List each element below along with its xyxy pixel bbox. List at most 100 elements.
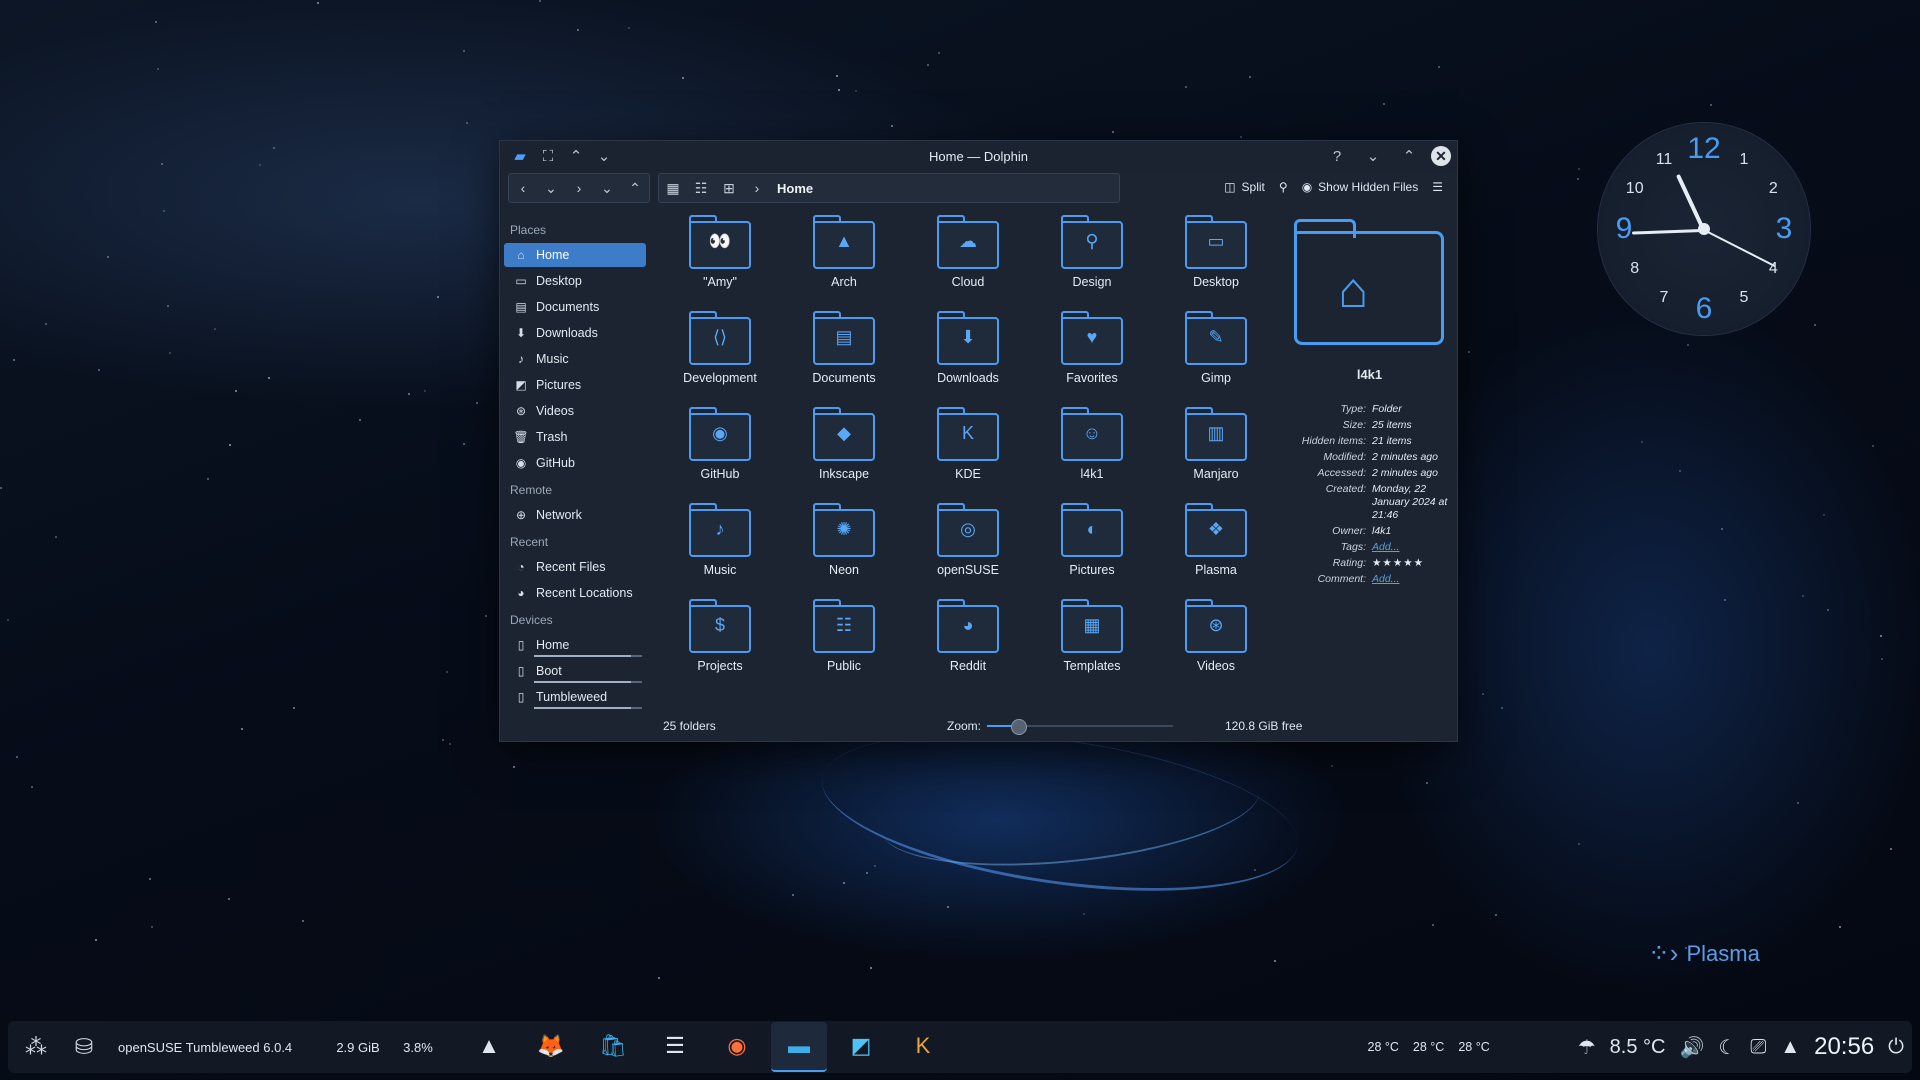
- search-button[interactable]: ⚲: [1273, 174, 1294, 200]
- sidebar-item-recent-locations[interactable]: ◕ Recent Locations: [504, 581, 646, 605]
- folder-item[interactable]: ⬇ Downloads: [913, 311, 1023, 401]
- folder-icon: 👀: [689, 215, 751, 269]
- folder-item[interactable]: ♥ Favorites: [1037, 311, 1147, 401]
- sidebar-item-boot[interactable]: ▯ Boot: [504, 659, 646, 683]
- system-monitor-icon[interactable]: ⛁: [60, 1021, 108, 1073]
- folder-item[interactable]: ⚲ Design: [1037, 215, 1147, 305]
- gimp-app-icon[interactable]: 🦊: [523, 1022, 579, 1070]
- window-titlebar[interactable]: ▰ ⛶ ⌃ ⌄ Home — Dolphin ? ⌄ ⌃ ✕: [500, 141, 1457, 171]
- folder-item[interactable]: ◉ GitHub: [665, 407, 775, 497]
- folder-item[interactable]: ☷ Public: [789, 599, 899, 689]
- minimize-icon[interactable]: ⌄: [1359, 142, 1387, 170]
- star: [7, 619, 9, 621]
- dolphin-app-icon[interactable]: ▬: [771, 1022, 827, 1072]
- sidebar-item-music[interactable]: ♪ Music: [504, 347, 646, 371]
- folder-item[interactable]: ☺ l4k1: [1037, 407, 1147, 497]
- sidebar-item-home[interactable]: ⌂ Home: [504, 243, 646, 267]
- folder-item[interactable]: ▥ Manjaro: [1161, 407, 1271, 497]
- star: [539, 0, 541, 2]
- folder-item[interactable]: ◕ Reddit: [913, 599, 1023, 689]
- krita-app-icon[interactable]: K: [895, 1022, 951, 1070]
- up-icon[interactable]: ⌃: [621, 175, 649, 201]
- weather-temp[interactable]: 8.5 °C: [1610, 1036, 1666, 1059]
- info-add-link[interactable]: Add...: [1372, 541, 1457, 554]
- split-button[interactable]: ◫ Split: [1218, 174, 1271, 200]
- zoom-slider[interactable]: [987, 719, 1174, 735]
- notifications-icon[interactable]: ☾: [1718, 1035, 1736, 1060]
- rating-stars[interactable]: ★★★★★: [1372, 557, 1457, 570]
- folder-item[interactable]: ✎ Gimp: [1161, 311, 1271, 401]
- star: [259, 164, 261, 166]
- back-history-icon[interactable]: ⌄: [537, 175, 565, 201]
- folder-item[interactable]: K KDE: [913, 407, 1023, 497]
- folder-item[interactable]: ⊛ Videos: [1161, 599, 1271, 689]
- sidebar-item-label: Home: [536, 638, 570, 652]
- volume-icon[interactable]: 🔊: [1679, 1035, 1704, 1060]
- folder-icon: ⚲: [1061, 215, 1123, 269]
- folder-item[interactable]: ▤ Documents: [789, 311, 899, 401]
- sidebar-item-network[interactable]: ⊕ Network: [504, 503, 646, 527]
- show-hidden-files-button[interactable]: ◉ Show Hidden Files: [1296, 174, 1425, 200]
- info-property-key: Tags:: [1340, 541, 1366, 553]
- keep-above-icon[interactable]: ⌃: [562, 142, 590, 170]
- star: [1802, 595, 1804, 597]
- crop-icon[interactable]: ⛶: [534, 142, 562, 170]
- discover-app-icon[interactable]: 🛍: [585, 1022, 641, 1070]
- tray-expand-icon[interactable]: ▲: [1780, 1036, 1800, 1059]
- folder-item[interactable]: ▲ Arch: [789, 215, 899, 305]
- clock-number: 10: [1625, 180, 1644, 197]
- details-view-icon[interactable]: ⊞: [715, 175, 743, 201]
- application-launcher-icon[interactable]: ⁂: [12, 1021, 60, 1073]
- settings-app-icon[interactable]: ☰: [647, 1022, 703, 1070]
- weather-icon[interactable]: ☂: [1578, 1035, 1596, 1060]
- folder-item[interactable]: $ Projects: [665, 599, 775, 689]
- forward-icon[interactable]: ›: [565, 175, 593, 201]
- folder-item[interactable]: ♪ Music: [665, 503, 775, 593]
- help-icon[interactable]: ?: [1323, 142, 1351, 170]
- display-icon[interactable]: ⎚: [1750, 1036, 1766, 1059]
- inkscape-app-icon[interactable]: ▲: [461, 1022, 517, 1070]
- folder-name: Plasma: [1195, 563, 1237, 577]
- dolphin-app-icon[interactable]: ▰: [506, 142, 534, 170]
- folder-item[interactable]: ✺ Neon: [789, 503, 899, 593]
- analog-clock-widget[interactable]: 12 1 2 3 4 5 6 7 8 9 10 11: [1598, 123, 1810, 335]
- compact-view-icon[interactable]: ☷: [687, 175, 715, 201]
- sidebar-item-downloads[interactable]: ⬇ Downloads: [504, 321, 646, 345]
- plasma-logo-text: Plasma: [1686, 940, 1760, 966]
- document-icon: ▤: [835, 327, 853, 347]
- folder-item[interactable]: ◎ openSUSE: [913, 503, 1023, 593]
- power-icon[interactable]: ⏻: [1888, 1036, 1904, 1059]
- back-icon[interactable]: ‹: [509, 175, 537, 201]
- sidebar-item-github[interactable]: ◉ GitHub: [504, 451, 646, 475]
- sidebar-item-documents[interactable]: ▤ Documents: [504, 295, 646, 319]
- forward-history-icon[interactable]: ⌄: [593, 175, 621, 201]
- hamburger-menu-icon[interactable]: ☰: [1426, 174, 1449, 200]
- sidebar-item-videos[interactable]: ⊛ Videos: [504, 399, 646, 423]
- folder-item[interactable]: ☁ Cloud: [913, 215, 1023, 305]
- sidebar-item-tumbleweed[interactable]: ▯ Tumbleweed: [504, 685, 646, 709]
- sidebar-item-trash[interactable]: 🗑 Trash: [504, 425, 646, 449]
- star: [241, 728, 243, 730]
- icons-view-icon[interactable]: ▦: [659, 175, 687, 201]
- sidebar-item-pictures[interactable]: ◩ Pictures: [504, 373, 646, 397]
- breadcrumb[interactable]: Home: [771, 181, 819, 196]
- folder-item[interactable]: ▭ Desktop: [1161, 215, 1271, 305]
- spectacle-app-icon[interactable]: ◩: [833, 1022, 889, 1070]
- maximize-icon[interactable]: ⌃: [1395, 142, 1423, 170]
- sidebar-item-home[interactable]: ▯ Home: [504, 633, 646, 657]
- firefox-app-icon[interactable]: ◉: [709, 1022, 765, 1070]
- sidebar-item-recent-files[interactable]: ◔ Recent Files: [504, 555, 646, 579]
- digital-clock[interactable]: 20:56: [1814, 1033, 1874, 1061]
- folder-item[interactable]: ◐ Pictures: [1037, 503, 1147, 593]
- sidebar-item-desktop[interactable]: ▭ Desktop: [504, 269, 646, 293]
- folder-item[interactable]: 👀 "Amy": [665, 215, 775, 305]
- folder-item[interactable]: ◆ Inkscape: [789, 407, 899, 497]
- close-icon[interactable]: ✕: [1431, 146, 1451, 166]
- star: [1814, 324, 1816, 326]
- folder-item[interactable]: ❖ Plasma: [1161, 503, 1271, 593]
- folder-item[interactable]: ▦ Templates: [1037, 599, 1147, 689]
- folder-item[interactable]: ⟨⟩ Development: [665, 311, 775, 401]
- keep-below-icon[interactable]: ⌄: [590, 142, 618, 170]
- info-add-link[interactable]: Add...: [1372, 573, 1457, 586]
- star: [577, 29, 579, 31]
